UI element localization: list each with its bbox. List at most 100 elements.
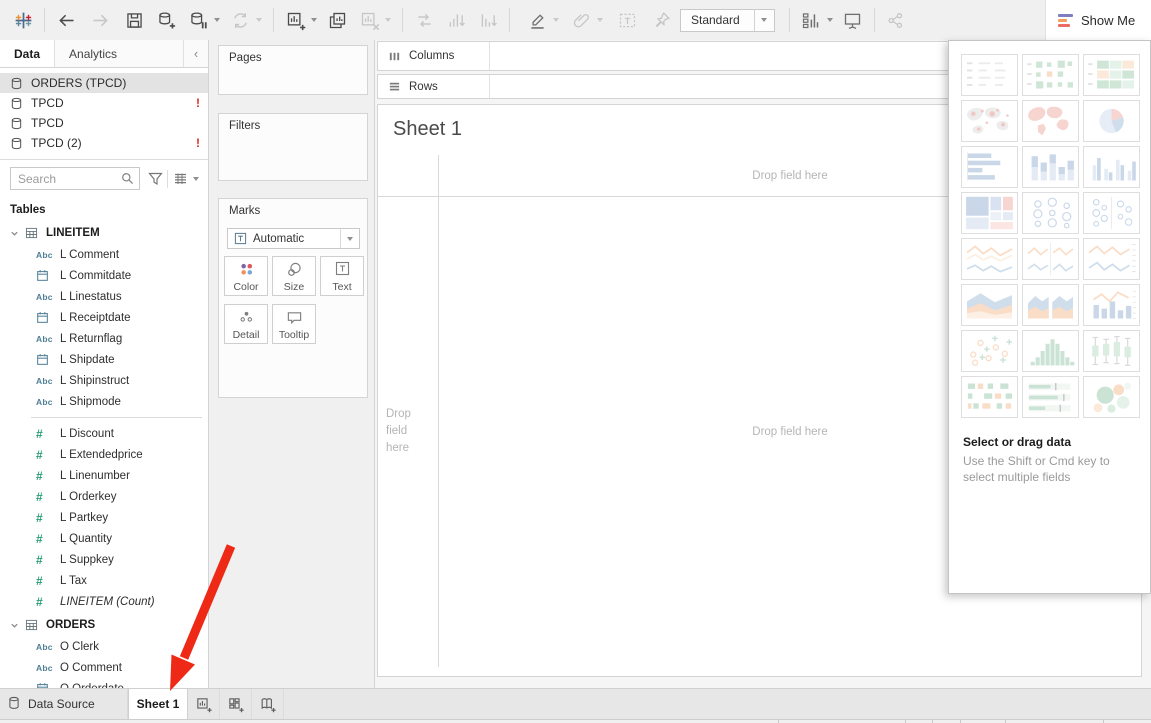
tab-data[interactable]: Data [0,40,55,67]
fit-dropdown[interactable]: Standard [680,9,775,32]
view-options-caret[interactable] [193,177,199,181]
field-item[interactable]: #L Discount [0,423,208,444]
collapse-pane-icon[interactable]: ‹ [184,40,208,67]
showme-box-and-whisker[interactable] [1083,330,1140,372]
color-button[interactable]: Color [224,256,268,296]
new-worksheet-icon[interactable] [282,7,308,33]
search-input[interactable] [11,172,119,186]
showme-lines-continuous[interactable] [961,238,1018,280]
field-item[interactable]: #L Orderkey [0,486,208,507]
new-dashboard-button[interactable] [220,689,252,719]
search-box[interactable] [10,167,140,190]
text-button[interactable]: Text [320,256,364,296]
highlight-caret[interactable] [553,18,559,22]
save-icon[interactable] [121,7,147,33]
field-item[interactable]: AbcL Linestatus [0,286,208,307]
showme-gantt[interactable] [961,376,1018,418]
showme-dual-lines[interactable] [1083,238,1140,280]
showme-area-continuous[interactable] [961,284,1018,326]
datasource-item[interactable]: ORDERS (TPCD) [0,73,208,93]
field-item[interactable]: #L Suppkey [0,549,208,570]
field-item[interactable]: L Receiptdate [0,307,208,328]
field-item[interactable]: AbcL Shipinstruct [0,370,208,391]
data-source-tab[interactable]: Data Source [0,689,128,719]
field-item[interactable]: O Orderdate [0,678,208,688]
field-item[interactable]: #L Extendedprice [0,444,208,465]
presentation-mode-icon[interactable] [840,7,866,33]
mark-type-caret[interactable] [340,229,359,248]
showme-scatter-plot[interactable] [961,330,1018,372]
showme-dual-combination[interactable] [1083,284,1140,326]
pages-card[interactable]: Pages [218,45,368,95]
new-story-button[interactable] [252,689,284,719]
showme-side-by-side-bars[interactable] [1083,146,1140,188]
showme-histogram[interactable] [1022,330,1079,372]
field-item[interactable]: #L Tax [0,570,208,591]
showme-horizontal-bars[interactable] [961,146,1018,188]
pause-updates-icon[interactable] [185,7,211,33]
highlight-icon[interactable] [524,7,550,33]
sort-ascending-icon[interactable] [443,7,469,33]
share-icon[interactable] [883,7,909,33]
showme-area-discrete[interactable] [1022,284,1079,326]
field-item[interactable]: AbcO Comment [0,657,208,678]
showme-heat-map[interactable] [1022,54,1079,96]
showme-side-by-side-circles[interactable] [1083,192,1140,234]
refresh-caret[interactable] [256,18,262,22]
view-options-icon[interactable] [170,169,190,189]
sheet1-tab[interactable]: Sheet 1 [128,689,188,719]
refresh-icon[interactable] [227,7,253,33]
pause-updates-caret[interactable] [214,18,220,22]
datasource-item[interactable]: TPCD (2)! [0,133,208,153]
mark-type-dropdown[interactable]: Automatic [227,228,360,249]
showme-circle-views[interactable] [1022,192,1079,234]
chevron-down-icon[interactable] [10,229,19,238]
new-worksheet-caret[interactable] [311,18,317,22]
sort-descending-icon[interactable] [475,7,501,33]
showme-pie-chart[interactable] [1083,100,1140,142]
paperclip-icon[interactable] [568,7,594,33]
show-me-button[interactable]: Show Me [1045,0,1151,40]
field-item[interactable]: L Shipdate [0,349,208,370]
paperclip-caret[interactable] [597,18,603,22]
showme-bullet-graph[interactable] [1022,376,1079,418]
field-item[interactable]: #L Quantity [0,528,208,549]
field-item[interactable]: L Commitdate [0,265,208,286]
field-item[interactable]: AbcL Comment [0,244,208,265]
duplicate-sheet-icon[interactable] [324,7,350,33]
new-datasource-icon[interactable] [153,7,179,33]
drop-zone-rows[interactable]: Drop field here [386,196,430,667]
datasource-item[interactable]: TPCD! [0,93,208,113]
chevron-down-icon[interactable] [10,621,19,630]
detail-button[interactable]: Detail [224,304,268,344]
show-mark-labels-icon[interactable] [798,7,824,33]
field-item[interactable]: #L Linenumber [0,465,208,486]
showme-treemap[interactable] [961,192,1018,234]
field-item[interactable]: AbcL Returnflag [0,328,208,349]
clear-sheet-caret[interactable] [385,18,391,22]
showme-highlight-table[interactable] [1083,54,1140,96]
showme-filled-map[interactable] [1022,100,1079,142]
showme-symbol-map[interactable] [961,100,1018,142]
tab-analytics[interactable]: Analytics [55,40,184,67]
showme-text-table[interactable] [961,54,1018,96]
field-item[interactable]: #LINEITEM (Count) [0,591,208,612]
field-item[interactable]: AbcL Shipmode [0,391,208,412]
swap-axes-icon[interactable] [411,7,437,33]
undo-icon[interactable] [53,7,79,33]
fit-dropdown-caret[interactable] [754,10,774,31]
table-group-header[interactable]: LINEITEM [0,222,208,244]
field-item[interactable]: AbcO Clerk [0,636,208,657]
filter-fields-icon[interactable] [146,169,166,189]
table-group-header[interactable]: ORDERS [0,614,208,636]
datasource-item[interactable]: TPCD [0,113,208,133]
showme-lines-discrete[interactable] [1022,238,1079,280]
pin-icon[interactable] [648,7,674,33]
clear-sheet-icon[interactable] [356,7,382,33]
tooltip-button[interactable]: Tooltip [272,304,316,344]
showme-stacked-bars[interactable] [1022,146,1079,188]
show-mark-labels-caret[interactable] [827,18,833,22]
new-worksheet-button[interactable] [188,689,220,719]
filters-card[interactable]: Filters [218,113,368,181]
field-item[interactable]: #L Partkey [0,507,208,528]
